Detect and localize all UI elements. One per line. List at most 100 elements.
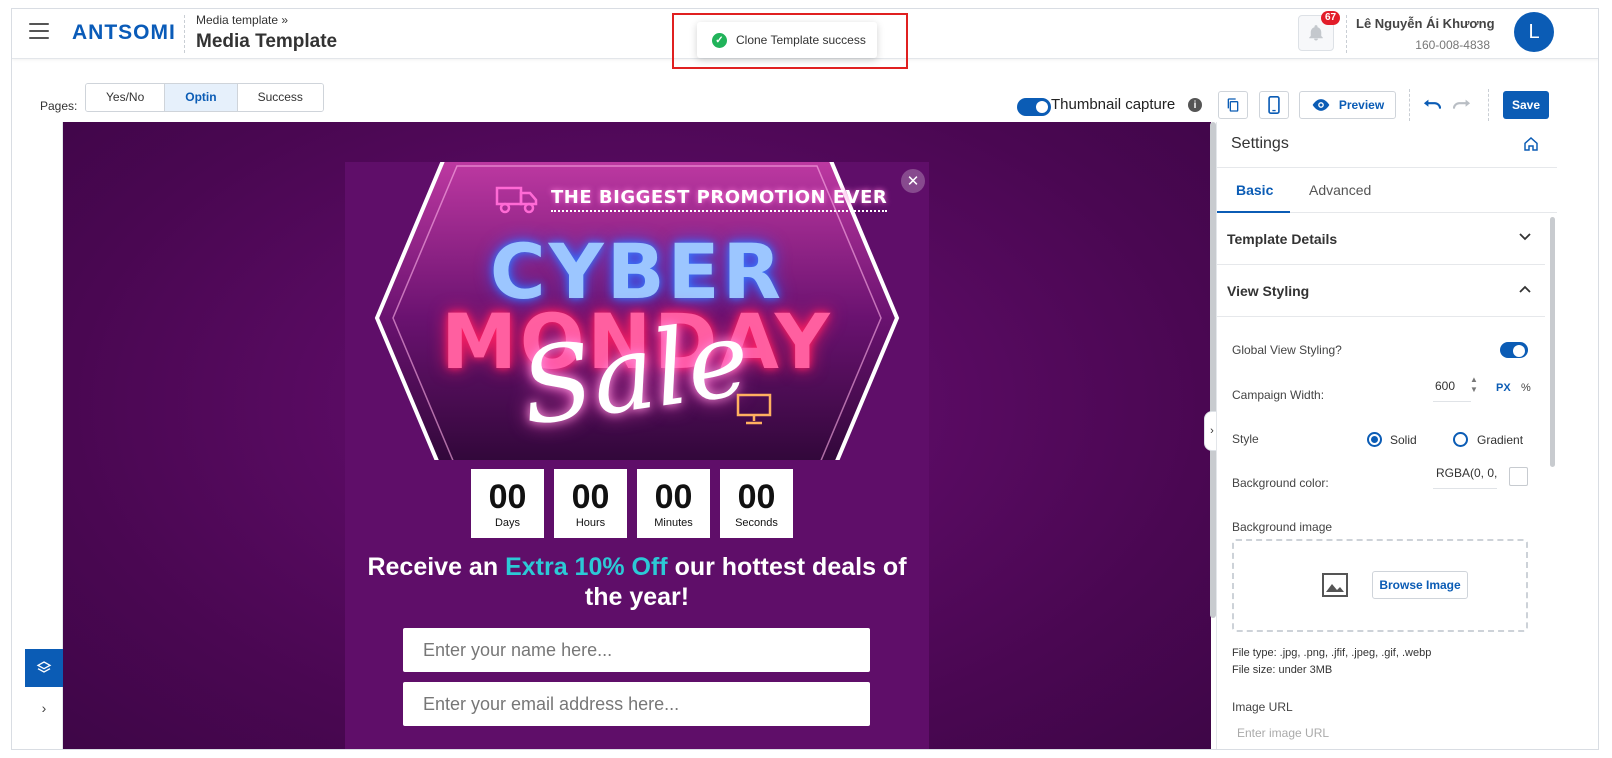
headline-accent: Extra 10% Off — [505, 553, 668, 581]
redo-button[interactable] — [1452, 95, 1471, 116]
color-swatch[interactable] — [1509, 467, 1528, 486]
width-stepper[interactable]: ▲ ▼ — [1470, 375, 1478, 395]
image-url-label: Image URL — [1232, 700, 1293, 714]
countdown-label: Seconds — [735, 516, 778, 529]
countdown-seconds: 00 Seconds — [720, 469, 793, 538]
menu-icon[interactable] — [29, 23, 49, 41]
thumbnail-capture-label: Thumbnail capture — [1051, 96, 1176, 113]
chevron-up-icon — [1519, 285, 1531, 293]
header-divider — [1346, 15, 1347, 53]
campaign-width-input[interactable]: 600 — [1433, 379, 1471, 402]
layers-icon — [36, 661, 52, 673]
preview-button[interactable]: Preview — [1299, 91, 1396, 119]
countdown-value: 00 — [737, 477, 776, 516]
email-field[interactable]: Enter your email address here... — [403, 682, 870, 726]
mobile-icon — [1268, 96, 1280, 114]
style-solid-label[interactable]: Solid — [1390, 433, 1417, 447]
browse-image-button[interactable]: Browse Image — [1372, 571, 1468, 599]
chevron-right-icon: › — [41, 700, 47, 716]
promo-tagline: THE BIGGEST PROMOTION EVER — [551, 187, 888, 212]
image-dropzone[interactable]: Browse Image — [1232, 539, 1528, 632]
chevron-up-icon[interactable]: ▲ — [1470, 375, 1478, 385]
file-size-info: File size: under 3MB — [1232, 664, 1333, 676]
user-name: Lê Nguyễn Ái Khương — [1356, 16, 1495, 31]
home-icon[interactable] — [1523, 136, 1539, 152]
settings-tabs: Basic Advanced — [1217, 168, 1557, 213]
countdown-label: Hours — [575, 516, 606, 529]
check-circle-icon: ✓ — [712, 32, 727, 48]
settings-scrollbar[interactable] — [1550, 217, 1555, 467]
countdown-value: 00 — [571, 477, 610, 516]
toast-notification: ✓ Clone Template success — [697, 22, 877, 58]
headline-prefix: Receive an — [367, 553, 506, 581]
page-tab-success[interactable]: Success — [237, 84, 323, 111]
bg-image-label: Background image — [1232, 520, 1333, 534]
settings-panel: Settings Basic Advanced Template Details… — [1216, 122, 1557, 749]
redo-icon — [1452, 99, 1471, 109]
preview-stage: THE BIGGEST PROMOTION EVER CYBER MONDAY … — [63, 122, 1211, 749]
app-frame: ANTSOMI Media template » Media Template … — [11, 8, 1599, 750]
countdown-label: Minutes — [654, 516, 693, 529]
countdown-minutes: 00 Minutes — [637, 469, 710, 538]
page-tab-optin[interactable]: Optin — [165, 84, 238, 111]
style-solid-radio[interactable] — [1367, 432, 1382, 447]
monitor-icon — [736, 393, 772, 425]
preview-label: Preview — [1338, 98, 1385, 112]
copy-button[interactable] — [1218, 91, 1248, 119]
bell-icon — [1309, 25, 1323, 41]
layers-button[interactable] — [25, 649, 63, 687]
avatar[interactable]: L — [1514, 12, 1554, 52]
canvas-area: › THE BIGGEST PROMOTION EVER CYBER MONDA… — [25, 122, 1211, 749]
style-gradient-radio[interactable] — [1453, 432, 1468, 447]
style-gradient-label[interactable]: Gradient — [1477, 433, 1523, 447]
breadcrumb[interactable]: Media template » — [196, 13, 288, 27]
logo: ANTSOMI — [72, 21, 176, 44]
unit-px-option[interactable]: PX — [1496, 382, 1511, 394]
countdown-value: 00 — [488, 477, 527, 516]
unit-percent-option[interactable]: % — [1521, 382, 1531, 394]
countdown-timer: 00 Days 00 Hours 00 Minutes 00 Seconds — [471, 469, 793, 538]
expand-rail-button[interactable]: › — [25, 693, 63, 723]
settings-header: Settings — [1217, 122, 1557, 168]
settings-title: Settings — [1231, 135, 1289, 152]
save-button[interactable]: Save — [1503, 91, 1549, 119]
toolbar-divider — [1409, 89, 1410, 121]
page-title: Media Template — [196, 31, 338, 52]
copy-icon — [1227, 98, 1239, 112]
image-url-input[interactable]: Enter image URL — [1237, 726, 1329, 740]
close-icon[interactable]: ✕ — [901, 169, 925, 193]
chevron-right-icon: › — [1210, 425, 1214, 437]
countdown-value: 00 — [654, 477, 693, 516]
tab-advanced[interactable]: Advanced — [1309, 182, 1371, 198]
image-icon — [1322, 573, 1348, 597]
countdown-hours: 00 Hours — [554, 469, 627, 538]
editor-toolbar: Pages: Yes/No Optin Success Thumbnail ca… — [25, 69, 1569, 122]
tab-underline — [1217, 211, 1290, 213]
mobile-view-button[interactable] — [1259, 91, 1289, 119]
bg-color-label: Background color: — [1232, 476, 1329, 490]
view-styling-section[interactable]: View Styling — [1217, 266, 1545, 317]
thumbnail-capture-toggle[interactable] — [1017, 98, 1051, 116]
toast-message: Clone Template success — [736, 33, 866, 47]
section-title: View Styling — [1227, 283, 1310, 299]
toolbar-divider — [1488, 89, 1489, 121]
undo-button[interactable] — [1423, 95, 1442, 116]
popup-template[interactable]: THE BIGGEST PROMOTION EVER CYBER MONDAY … — [345, 162, 929, 749]
page-tab-yes-no[interactable]: Yes/No — [86, 84, 166, 111]
eye-icon — [1312, 99, 1330, 111]
offer-headline[interactable]: Receive an Extra 10% Off our hottest dea… — [365, 552, 909, 612]
bg-color-input[interactable]: RGBA(0, 0, 0 — [1433, 466, 1497, 489]
notification-badge: 67 — [1321, 11, 1341, 25]
cyber-monday-banner[interactable]: THE BIGGEST PROMOTION EVER CYBER MONDAY … — [345, 162, 929, 460]
chevron-down-icon[interactable]: ▼ — [1470, 385, 1478, 395]
campaign-width-label: Campaign Width: — [1232, 388, 1325, 402]
truck-icon — [495, 186, 538, 214]
section-title: Template Details — [1227, 231, 1338, 247]
file-type-info: File type: .jpg, .png, .jfif, .jpeg, .gi… — [1232, 647, 1432, 659]
info-icon[interactable]: i — [1188, 98, 1202, 112]
name-field[interactable]: Enter your name here... — [403, 628, 870, 672]
chevron-down-icon — [1519, 233, 1531, 241]
global-view-toggle[interactable] — [1500, 342, 1528, 358]
tab-basic[interactable]: Basic — [1236, 182, 1273, 198]
template-details-section[interactable]: Template Details — [1217, 214, 1545, 265]
